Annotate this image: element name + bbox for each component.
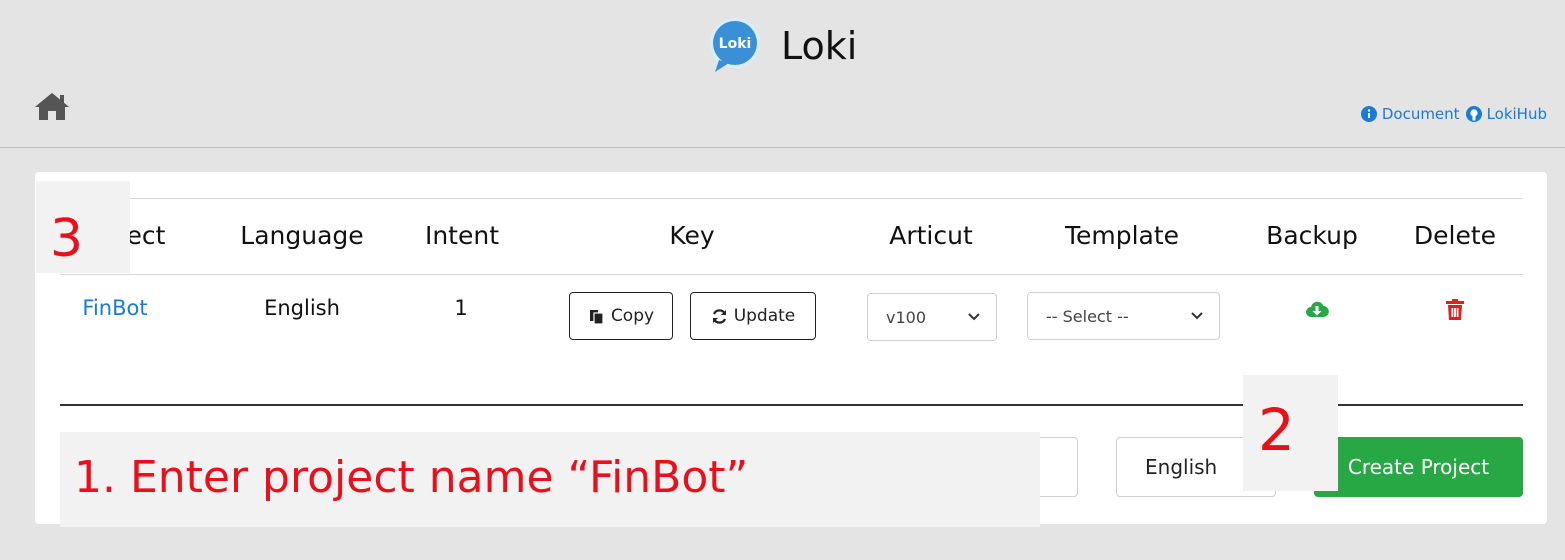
logo-text: Loki bbox=[719, 36, 752, 52]
app-brand: Loki Loki bbox=[707, 16, 857, 76]
table-top-rule bbox=[60, 198, 1523, 199]
document-link-label: Document bbox=[1381, 105, 1460, 123]
create-project-label: Create Project bbox=[1347, 455, 1490, 479]
table-header-rule bbox=[60, 274, 1523, 275]
github-icon bbox=[1465, 106, 1482, 122]
project-name-link[interactable]: FinBot bbox=[82, 296, 147, 320]
header-articut: Articut bbox=[889, 221, 973, 250]
cloud-download-icon[interactable] bbox=[1305, 298, 1329, 322]
loki-logo: Loki bbox=[707, 16, 763, 76]
copy-icon bbox=[589, 309, 604, 325]
project-intent-count: 1 bbox=[454, 296, 468, 320]
app-title: Loki bbox=[781, 24, 858, 68]
header-backup: Backup bbox=[1266, 221, 1358, 250]
update-key-label: Update bbox=[733, 306, 796, 326]
info-circle-icon bbox=[1360, 106, 1377, 122]
copy-key-button[interactable]: Copy bbox=[569, 292, 673, 340]
project-language-select-value: English bbox=[1145, 455, 1218, 479]
top-header: Loki Loki Document LokiHub bbox=[0, 0, 1565, 148]
refresh-icon bbox=[712, 308, 726, 324]
header-language: Language bbox=[240, 221, 364, 250]
header-template: Template bbox=[1064, 221, 1180, 250]
home-icon[interactable] bbox=[33, 90, 71, 122]
chevron-down-icon bbox=[1191, 312, 1203, 320]
header-delete: Delete bbox=[1413, 221, 1497, 250]
update-key-button[interactable]: Update bbox=[690, 292, 816, 340]
header-project: ect bbox=[126, 221, 166, 250]
annotation-step-3: 3 bbox=[50, 209, 84, 269]
annotation-step-1: 1. Enter project name “FinBot” bbox=[74, 452, 749, 503]
lokihub-link-label: LokiHub bbox=[1486, 105, 1547, 123]
create-project-button[interactable]: Create Project bbox=[1314, 437, 1523, 497]
copy-key-label: Copy bbox=[610, 306, 655, 326]
header-intent: Intent bbox=[424, 221, 500, 250]
chevron-down-icon bbox=[968, 313, 980, 321]
header-key: Key bbox=[669, 221, 715, 250]
top-links: Document LokiHub bbox=[1360, 105, 1547, 123]
document-link[interactable]: Document bbox=[1360, 105, 1460, 123]
trash-icon[interactable] bbox=[1443, 298, 1467, 322]
annotation-step-2: 2 bbox=[1258, 396, 1295, 464]
template-value: -- Select -- bbox=[1046, 306, 1129, 326]
articut-version-select[interactable]: v100 bbox=[867, 293, 997, 341]
lokihub-link[interactable]: LokiHub bbox=[1465, 105, 1547, 123]
project-language: English bbox=[264, 296, 340, 320]
articut-version-value: v100 bbox=[886, 307, 927, 327]
template-select[interactable]: -- Select -- bbox=[1027, 292, 1220, 340]
